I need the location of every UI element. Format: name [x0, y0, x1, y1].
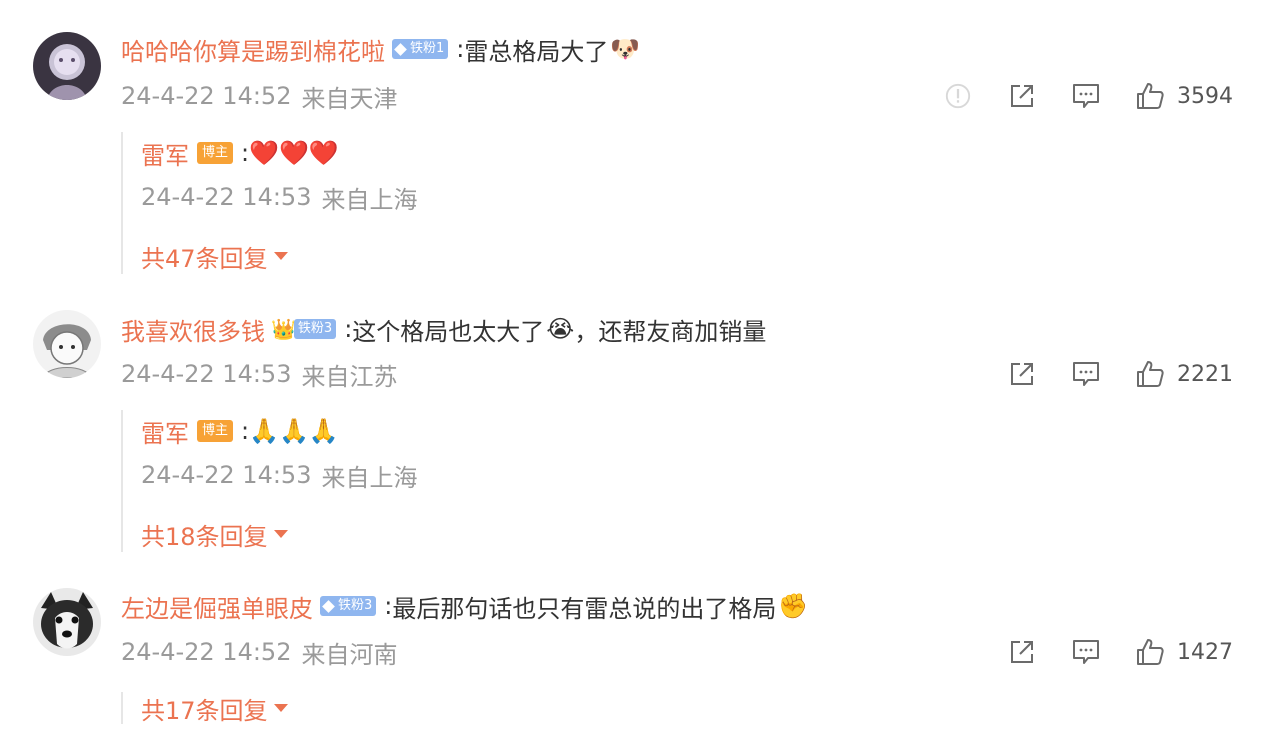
caret-down-icon [273, 252, 288, 260]
comment-header: 左边是倔强单眼皮 铁粉3 : 最后那句话也只有雷总说的出了格局 ✊ [121, 586, 808, 626]
like-count: 1427 [1177, 639, 1233, 665]
timestamp: 24-4-22 14:53 [141, 183, 312, 211]
diamond-icon [394, 42, 407, 56]
username-link[interactable]: 我喜欢很多钱 [121, 312, 265, 347]
fan-badge-label: 铁粉1 [410, 41, 445, 56]
comment-icon[interactable] [1071, 637, 1101, 667]
location: 来自江苏 [301, 362, 398, 391]
comment-meta: 24-4-22 14:52 来自河南 [121, 635, 397, 669]
report-icon[interactable] [943, 81, 973, 111]
comment-icon[interactable] [1071, 81, 1101, 111]
username-link[interactable]: 左边是倔强单眼皮 [121, 589, 313, 624]
reply-text: 🙏🙏🙏 [249, 417, 339, 445]
reply-thread: 共17条回复 [121, 692, 288, 725]
colon: : [384, 592, 393, 620]
reply-thread: 雷军 博主 : ❤️❤️❤️ 24-4-22 14:53 来自上海 共47条回复 [121, 132, 417, 274]
fist-emoji-icon: ✊ [778, 592, 809, 620]
comment-meta: 24-4-22 14:52 来自天津 [121, 79, 397, 113]
username-link[interactable]: 哈哈哈你算是踢到棉花啦 [121, 32, 385, 67]
comment-text-tail: ，还帮友商加销量 [574, 317, 767, 346]
reply-header: 雷军 博主 : ❤️❤️❤️ [141, 135, 339, 171]
more-replies-label: 共47条回复 [141, 244, 268, 273]
avatar[interactable] [33, 310, 101, 378]
timestamp: 24-4-22 14:53 [121, 360, 292, 388]
dog-emoji-icon: 🐶 [610, 35, 641, 63]
crying-emoji-icon: 😭 [546, 315, 575, 343]
timestamp: 24-4-22 14:52 [121, 638, 292, 666]
reply-meta: 24-4-22 14:53 来自上海 [141, 458, 417, 492]
share-icon[interactable] [1007, 637, 1037, 667]
caret-down-icon [273, 704, 288, 712]
comment-header: 哈哈哈你算是踢到棉花啦 铁粉1 : 雷总格局大了 🐶 [121, 29, 640, 69]
reply-thread: 雷军 博主 : 🙏🙏🙏 24-4-22 14:53 来自上海 共18条回复 [121, 410, 417, 552]
fan-badge-label: 铁粉3 [293, 319, 337, 339]
location: 来自天津 [301, 84, 398, 113]
reply-header: 雷军 博主 : 🙏🙏🙏 [141, 413, 339, 449]
comment-icon[interactable] [1071, 359, 1101, 389]
reply-meta: 24-4-22 14:53 来自上海 [141, 180, 417, 214]
like-count: 2221 [1177, 361, 1233, 387]
like-count: 3594 [1177, 83, 1233, 109]
reply-text: ❤️❤️❤️ [249, 139, 339, 167]
crown-icon: 👑 [271, 317, 296, 341]
location: 来自上海 [321, 185, 418, 214]
more-replies-label: 共17条回复 [141, 696, 268, 725]
fan-badge[interactable]: 铁粉1 [392, 39, 449, 59]
fan-badge[interactable]: 铁粉3 [320, 596, 377, 616]
comment-item: 哈哈哈你算是踢到棉花啦 铁粉1 : 雷总格局大了 🐶 24-4-22 14:52… [0, 0, 1275, 290]
host-badge: 博主 [197, 420, 234, 442]
comment-item: 左边是倔强单眼皮 铁粉3 : 最后那句话也只有雷总说的出了格局 ✊ 24-4-2… [0, 570, 1275, 755]
comment-actions: 2221 [1007, 357, 1233, 391]
avatar[interactable] [33, 32, 101, 100]
caret-down-icon [273, 530, 288, 538]
fan-badge-label: 铁粉3 [338, 598, 373, 613]
timestamp: 24-4-22 14:53 [141, 461, 312, 489]
share-icon[interactable] [1007, 359, 1037, 389]
comment-actions: 3594 [943, 79, 1233, 113]
more-replies-label: 共18条回复 [141, 522, 268, 551]
colon: : [344, 315, 353, 343]
diamond-icon [322, 599, 335, 613]
colon: : [241, 417, 250, 445]
comment-item: 我喜欢很多钱 👑 铁粉3 : 这个格局也太大了 😭 ，还帮友商加销量 24-4-2… [0, 290, 1275, 570]
like-icon[interactable] [1135, 637, 1165, 667]
colon: : [241, 139, 250, 167]
comment-text: 最后那句话也只有雷总说的出了格局 [392, 594, 777, 623]
timestamp: 24-4-22 14:52 [121, 82, 292, 110]
like-icon[interactable] [1135, 81, 1165, 111]
more-replies-link[interactable]: 共47条回复 [141, 239, 288, 273]
comment-actions: 1427 [1007, 635, 1233, 669]
host-badge: 博主 [197, 142, 234, 164]
fan-badge[interactable]: 👑 铁粉3 [271, 317, 337, 341]
comment-text: 这个格局也太大了 [352, 317, 545, 346]
avatar[interactable] [33, 588, 101, 656]
comment-text: 雷总格局大了 [464, 37, 609, 66]
location: 来自河南 [301, 640, 398, 669]
colon: : [456, 35, 465, 63]
comment-meta: 24-4-22 14:53 来自江苏 [121, 357, 397, 391]
location: 来自上海 [321, 463, 418, 492]
more-replies-link[interactable]: 共18条回复 [141, 517, 288, 551]
more-replies-link[interactable]: 共17条回复 [141, 691, 288, 725]
comment-header: 我喜欢很多钱 👑 铁粉3 : 这个格局也太大了 😭 ，还帮友商加销量 [121, 309, 766, 349]
share-icon[interactable] [1007, 81, 1037, 111]
reply-username-link[interactable]: 雷军 [141, 414, 189, 449]
reply-username-link[interactable]: 雷军 [141, 136, 189, 171]
like-icon[interactable] [1135, 359, 1165, 389]
